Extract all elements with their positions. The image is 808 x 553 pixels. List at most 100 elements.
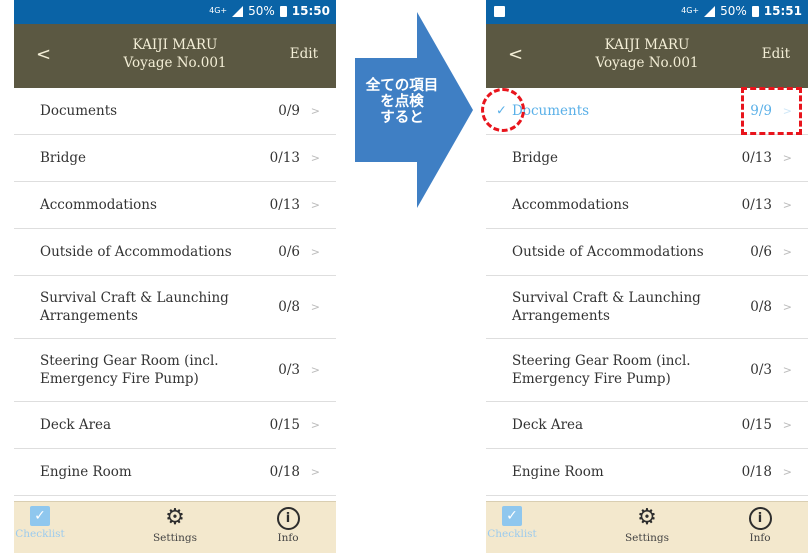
list-item-outside-accommodations[interactable]: Outside of Accommodations 0/6 > xyxy=(486,229,808,276)
chevron-right-icon: > xyxy=(310,300,320,314)
list-item-bridge[interactable]: Bridge 0/13 > xyxy=(14,135,336,182)
page-title: KAIJI MARU Voyage No.001 xyxy=(486,36,808,72)
list-item-label: Accommodations xyxy=(512,197,629,213)
list-item-outside-accommodations[interactable]: Outside of Accommodations 0/6 > xyxy=(14,229,336,276)
list-item-label: Engine Room xyxy=(40,464,132,480)
list-item-count: 0/13 xyxy=(741,197,772,213)
list-item-steering-gear-room[interactable]: Steering Gear Room (incl. Emergency Fire… xyxy=(486,339,808,402)
list-item-survival-craft[interactable]: Survival Craft & Launching Arrangements … xyxy=(14,276,336,339)
info-icon: i xyxy=(748,507,772,530)
chevron-right-icon: > xyxy=(782,245,792,259)
phone-screen-after: 4G+ 50% 15:51 < KAIJI MARU Voyage No.001… xyxy=(486,0,808,553)
list-item-survival-craft[interactable]: Survival Craft & Launching Arrangements … xyxy=(486,276,808,339)
tab-info[interactable]: i Info xyxy=(248,506,328,544)
tab-label: Checklist xyxy=(487,528,537,540)
list-item-count: 0/6 xyxy=(278,244,300,260)
clock: 15:51 xyxy=(763,4,802,18)
tab-settings[interactable]: ⚙ Settings xyxy=(135,505,215,545)
chevron-right-icon: > xyxy=(310,151,320,165)
chevron-right-icon: > xyxy=(310,465,320,479)
list-item-bridge[interactable]: Bridge 0/13 > xyxy=(486,135,808,182)
list-item-label: Steering Gear Room (incl. Emergency Fire… xyxy=(512,353,691,387)
list-item-label: Documents xyxy=(40,103,118,119)
tab-checklist[interactable]: ✓ Checklist xyxy=(486,506,552,540)
network-indicator: 4G+ xyxy=(209,6,228,15)
list-item-count: 0/3 xyxy=(278,362,300,378)
list-item-label: Deck Area xyxy=(40,417,112,433)
edit-button[interactable]: Edit xyxy=(290,46,318,62)
notification-icon xyxy=(494,6,505,17)
list-item-count: 0/8 xyxy=(278,299,300,315)
tab-checklist[interactable]: ✓ Checklist xyxy=(14,506,80,540)
list-item-count: 0/15 xyxy=(269,417,300,433)
gear-icon: ⚙ xyxy=(165,505,185,530)
edit-button[interactable]: Edit xyxy=(762,46,790,62)
gear-icon: ⚙ xyxy=(637,505,657,530)
list-item-steering-gear-room[interactable]: Steering Gear Room (incl. Emergency Fire… xyxy=(14,339,336,402)
list-item-label: Survival Craft & Launching Arrangements xyxy=(512,290,701,324)
list-item-engine-room[interactable]: Engine Room 0/18 > xyxy=(486,449,808,496)
callout-text: 全ての項目 を点検 すると xyxy=(357,78,447,126)
list-item-label: Bridge xyxy=(512,150,558,166)
status-bar: 4G+ 50% 15:50 xyxy=(14,0,336,24)
clock: 15:50 xyxy=(291,4,330,18)
chevron-right-icon: > xyxy=(310,198,320,212)
tab-info[interactable]: i Info xyxy=(720,506,800,544)
checklist-categories: ✓ Documents 9/9 > Bridge 0/13 > Accommod… xyxy=(486,88,808,496)
nav-bar: < KAIJI MARU Voyage No.001 Edit xyxy=(486,24,808,88)
tab-label: Info xyxy=(749,532,771,544)
nav-bar: < KAIJI MARU Voyage No.001 Edit xyxy=(14,24,336,88)
list-item-count: 0/8 xyxy=(750,299,772,315)
signal-icon xyxy=(704,5,716,17)
page-title: KAIJI MARU Voyage No.001 xyxy=(14,36,336,72)
list-item-count: 0/18 xyxy=(269,464,300,480)
signal-icon xyxy=(232,5,244,17)
tab-bar: ✓ Checklist ⚙ Settings i Info xyxy=(14,501,336,553)
battery-percent: 50% xyxy=(248,4,275,18)
list-item-label: Outside of Accommodations xyxy=(40,244,232,260)
info-icon: i xyxy=(276,507,300,530)
ship-name: KAIJI MARU xyxy=(604,37,690,53)
chevron-right-icon: > xyxy=(782,418,792,432)
list-item-deck-area[interactable]: Deck Area 0/15 > xyxy=(14,402,336,449)
checklist-categories: Documents 0/9 > Bridge 0/13 > Accommodat… xyxy=(14,88,336,496)
callout-line: 全ての項目 xyxy=(365,78,439,94)
list-item-documents[interactable]: Documents 0/9 > xyxy=(14,88,336,135)
list-item-count: 0/13 xyxy=(269,150,300,166)
tab-bar: ✓ Checklist ⚙ Settings i Info xyxy=(486,501,808,553)
list-item-label: Outside of Accommodations xyxy=(512,244,704,260)
network-indicator: 4G+ xyxy=(681,6,700,15)
status-bar: 4G+ 50% 15:51 xyxy=(486,0,808,24)
list-item-label: Deck Area xyxy=(512,417,584,433)
callout-line: を点検 xyxy=(380,94,424,110)
chevron-right-icon: > xyxy=(310,245,320,259)
list-item-deck-area[interactable]: Deck Area 0/15 > xyxy=(486,402,808,449)
voyage-number: Voyage No.001 xyxy=(123,55,227,71)
list-item-count: 0/15 xyxy=(741,417,772,433)
voyage-number: Voyage No.001 xyxy=(595,55,699,71)
tab-label: Settings xyxy=(152,532,198,544)
list-item-accommodations[interactable]: Accommodations 0/13 > xyxy=(14,182,336,229)
chevron-right-icon: > xyxy=(310,418,320,432)
list-item-engine-room[interactable]: Engine Room 0/18 > xyxy=(14,449,336,496)
highlight-circle-checkmark xyxy=(481,88,525,132)
list-item-accommodations[interactable]: Accommodations 0/13 > xyxy=(486,182,808,229)
ship-name: KAIJI MARU xyxy=(132,37,218,53)
list-item-count: 0/6 xyxy=(750,244,772,260)
chevron-right-icon: > xyxy=(782,465,792,479)
chevron-right-icon: > xyxy=(782,198,792,212)
phone-screen-before: 4G+ 50% 15:50 < KAIJI MARU Voyage No.001… xyxy=(14,0,336,553)
list-item-label: Survival Craft & Launching Arrangements xyxy=(40,290,229,324)
list-item-label: Documents xyxy=(512,103,590,119)
tab-settings[interactable]: ⚙ Settings xyxy=(607,505,687,545)
chevron-right-icon: > xyxy=(782,300,792,314)
list-item-label: Engine Room xyxy=(512,464,604,480)
chevron-right-icon: > xyxy=(782,363,792,377)
list-item-count: 0/18 xyxy=(741,464,772,480)
list-item-count: 0/3 xyxy=(750,362,772,378)
checkbox-icon: ✓ xyxy=(502,506,522,526)
tab-label: Checklist xyxy=(15,528,65,540)
callout-line: すると xyxy=(380,110,424,126)
list-item-count: 0/13 xyxy=(269,197,300,213)
list-item-count: 0/13 xyxy=(741,150,772,166)
